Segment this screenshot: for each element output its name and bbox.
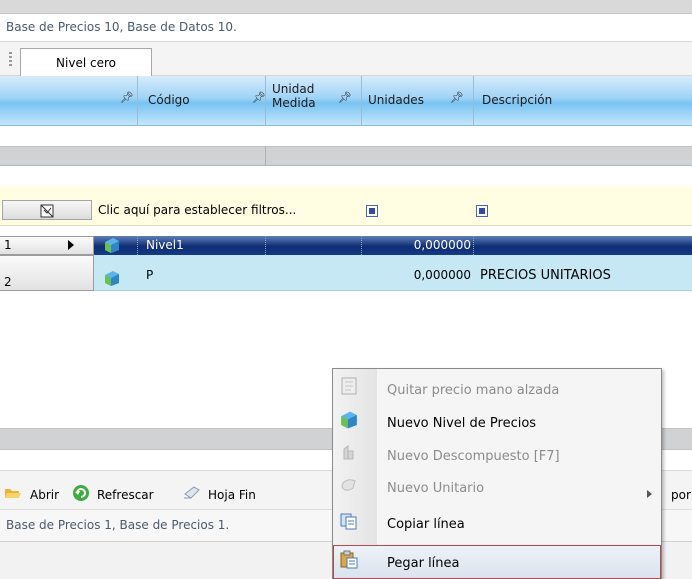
refresh-icon[interactable] (72, 484, 90, 505)
copy-icon (339, 511, 361, 533)
level-icon (103, 270, 121, 290)
new-unit-icon (339, 475, 361, 497)
column-divider[interactable] (137, 76, 138, 126)
sheet-icon[interactable] (182, 484, 202, 505)
pin-icon[interactable]: 📌︎ (450, 91, 464, 104)
menu-item-nuevo-nivel[interactable]: Nuevo Nivel de Precios (377, 409, 661, 439)
column-header-codigo[interactable]: Código (148, 93, 190, 107)
menu-item-pegar-linea[interactable]: Pegar línea (377, 549, 661, 579)
filter-icon (40, 204, 54, 218)
window-top-strip (0, 0, 692, 14)
folder-open-icon[interactable] (4, 486, 22, 503)
refresh-button[interactable]: Refrescar (97, 488, 154, 502)
cell-unidades[interactable]: 0,000000 (361, 238, 471, 252)
cell-codigo[interactable]: Nivel1 (146, 238, 184, 252)
column-header-unidad-line: Unidad (272, 82, 315, 96)
column-header-unidades[interactable]: Unidades (368, 93, 424, 107)
row-header-2[interactable] (0, 255, 94, 291)
cell-codigo[interactable]: P (146, 268, 153, 282)
filter-button[interactable] (2, 200, 92, 220)
menu-item-quitar-precio[interactable]: Quitar precio mano alzada (377, 376, 661, 406)
column-header-medida-line: Medida (272, 96, 316, 110)
menu-item-copiar-linea[interactable]: Copiar línea (377, 510, 661, 540)
pin-icon[interactable]: 📌︎ (120, 91, 134, 104)
column-header-descripcion[interactable]: Descripción (482, 93, 552, 107)
paste-icon (339, 549, 361, 571)
filter-checkbox-unidades[interactable] (366, 205, 378, 217)
filter-checkbox-descripcion[interactable] (476, 205, 488, 217)
group-band-divider (265, 146, 266, 166)
pin-icon[interactable]: 📌︎ (338, 91, 352, 104)
new-decomposed-icon (339, 443, 361, 465)
open-button[interactable]: Abrir (30, 488, 59, 502)
pin-icon[interactable]: 📌︎ (252, 91, 266, 104)
toolbar-grip-icon[interactable] (9, 52, 12, 68)
column-header-unidad-medida[interactable]: Unidad Medida (272, 82, 316, 110)
column-divider[interactable] (265, 76, 266, 126)
remove-price-icon (339, 376, 361, 398)
column-divider[interactable] (361, 76, 362, 126)
current-row-arrow-icon (68, 240, 74, 250)
row-header-1[interactable] (0, 236, 94, 255)
tab-nivel-cero[interactable]: Nivel cero (20, 48, 152, 76)
menu-item-nuevo-unitario[interactable]: Nuevo Unitario (377, 474, 661, 504)
menu-item-nuevo-descompuesto[interactable]: Nuevo Descompuesto [F7] (377, 442, 661, 472)
filter-hint[interactable]: Clic aquí para establecer filtros... (98, 203, 296, 217)
row-number: 1 (4, 238, 12, 252)
new-level-icon (339, 410, 361, 432)
submenu-arrow-icon (647, 490, 652, 498)
column-divider[interactable] (473, 76, 474, 126)
sheet-button[interactable]: Hoja Fin (208, 488, 332, 502)
row-number: 2 (4, 275, 12, 289)
cell-descripcion[interactable]: PRECIOS UNITARIOS (480, 268, 611, 283)
truncated-toolbar-label[interactable]: por (671, 488, 692, 502)
cell-unidades[interactable]: 0,000000 (361, 268, 471, 282)
level-icon (103, 237, 121, 257)
group-band (0, 146, 692, 166)
window-title: Base de Precios 10, Base de Datos 10. (0, 14, 692, 42)
